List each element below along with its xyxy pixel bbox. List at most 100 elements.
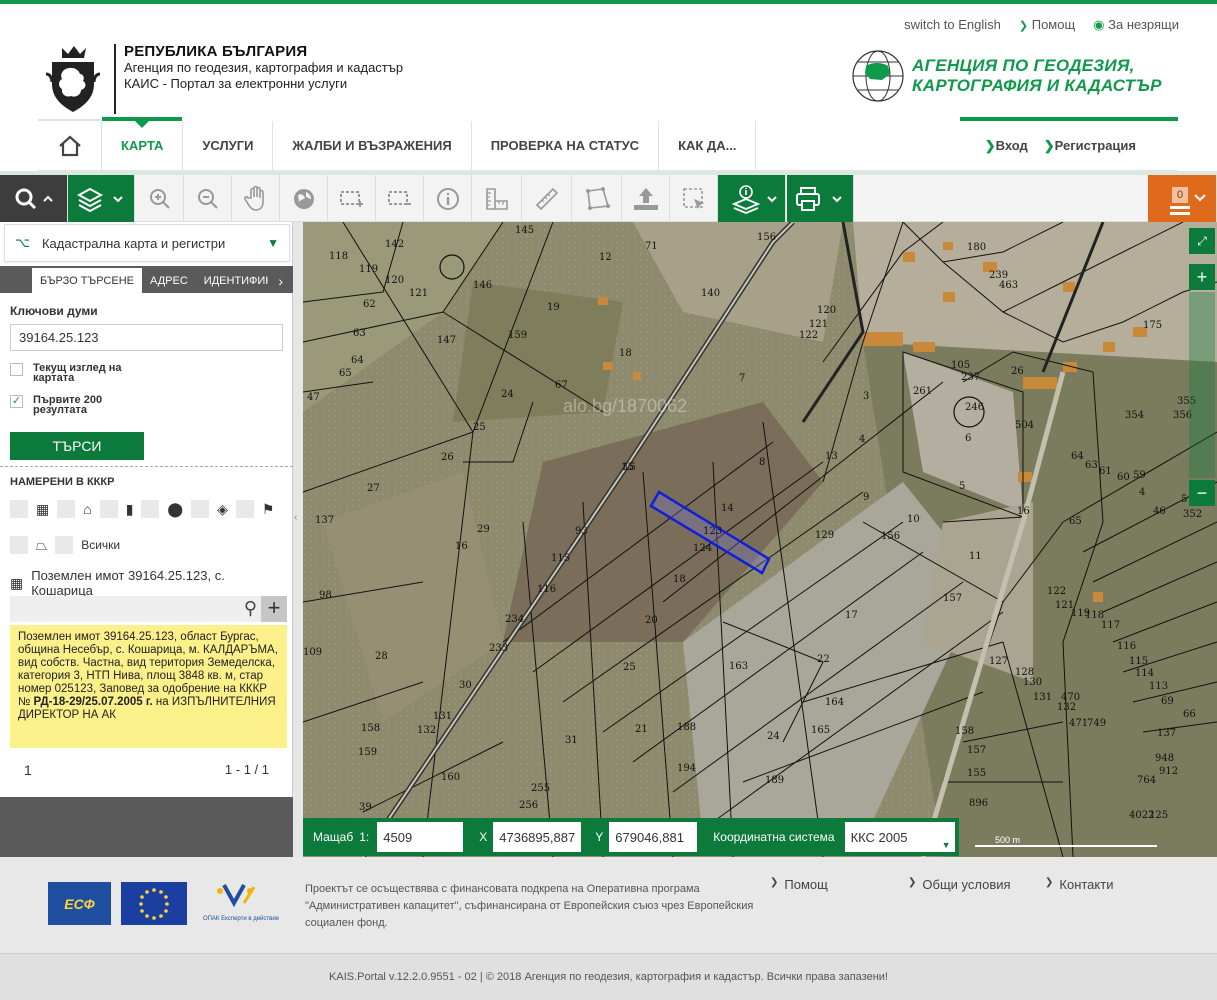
parcel-number-label: 12 — [599, 252, 612, 263]
map-view[interactable]: alo.bg/1870062 142 118 119 120 121 62 63 64 65 14… — [303, 222, 1217, 857]
crs-select-value: ККС 2005 — [850, 829, 908, 845]
draw-polygon-button[interactable] — [572, 175, 622, 222]
parcel-number-label: 120 — [817, 305, 837, 316]
measure-area-button[interactable] — [472, 175, 522, 222]
login-link[interactable]: ❯Вход — [985, 138, 1028, 154]
next-extent-button[interactable] — [376, 175, 424, 222]
layer-select[interactable]: ⌥ Кадастрална карта и регистри ▼ — [4, 224, 290, 262]
parcel-number-label: 157 — [943, 593, 963, 604]
full-extent-button[interactable] — [280, 175, 328, 222]
chevron-right-icon: ❯ — [1045, 877, 1054, 888]
zoom-to-result-icon[interactable]: ⚲ — [244, 598, 257, 619]
map-zoom-in-button[interactable]: + — [1189, 264, 1215, 290]
filter-checkbox[interactable] — [57, 500, 76, 518]
select-area-button[interactable] — [670, 175, 718, 222]
org-name: РЕПУБЛИКА БЪЛГАРИЯ — [124, 43, 308, 60]
register-link[interactable]: ❯Регистрация — [1044, 138, 1136, 154]
upload-button[interactable] — [622, 175, 670, 222]
result-item[interactable]: ▦ Поземлен имот 39164.25.123, с. Кошариц… — [10, 568, 290, 598]
nav-tab-services[interactable]: УСЛУГИ — [182, 120, 272, 171]
scale-input[interactable]: 4509 — [377, 822, 464, 852]
keywords-input[interactable]: 39164.25.123 — [10, 324, 283, 351]
republic-logo[interactable]: РЕПУБЛИКА БЪЛГАРИЯ Агенция по геодезия, … — [42, 44, 403, 114]
zoom-in-button[interactable] — [136, 175, 184, 222]
page-number[interactable]: 1 — [24, 762, 32, 778]
identify-button[interactable] — [424, 175, 472, 222]
nav-tab-map[interactable]: КАРТА — [101, 116, 183, 171]
switch-language-link[interactable]: switch to English — [904, 17, 1001, 33]
parcel-number-label: 116 — [1117, 641, 1137, 652]
parcel-number-label: 24 — [767, 731, 780, 742]
x-coordinate-input[interactable]: 4736895,887 — [493, 822, 582, 852]
parcel-number-label: 15 — [621, 462, 634, 473]
parcel-number-label: 180 — [967, 242, 987, 253]
first-200-checkbox[interactable]: ✓ — [10, 395, 23, 408]
chevron-right-icon: ❯ — [1018, 20, 1029, 32]
parcel-number-label: 18 — [619, 348, 632, 359]
accessibility-link[interactable]: ◉ За незрящи — [1093, 17, 1179, 33]
current-view-checkbox[interactable] — [10, 363, 23, 376]
parcel-number-label: 47 — [307, 392, 320, 403]
pan-button[interactable] — [232, 175, 280, 222]
home-button[interactable] — [38, 121, 101, 171]
chevron-down-icon: ▼ — [267, 236, 279, 250]
current-view-option[interactable]: Текущ изглед на картата — [10, 362, 283, 384]
filter-all-checkbox[interactable] — [55, 536, 74, 554]
parcel-number-label: 749 — [1087, 718, 1107, 729]
zoom-slider-track[interactable] — [1189, 292, 1215, 478]
cart-button[interactable]: 0 — [1148, 175, 1217, 222]
fullscreen-button[interactable]: ⤢ — [1189, 228, 1215, 254]
parcel-number-label: 14 — [721, 503, 734, 514]
layer-info-button[interactable] — [718, 175, 786, 222]
results-pager: 1 1 - 1 / 1 — [10, 762, 283, 778]
nav-tab-status-check[interactable]: ПРОВЕРКА НА СТАТУС — [470, 120, 658, 171]
crs-select[interactable]: ККС 2005 ▼ — [844, 822, 955, 852]
layers-button[interactable] — [68, 175, 135, 222]
y-coordinate-input[interactable]: 679046,881 — [609, 822, 698, 852]
filter-checkbox[interactable] — [235, 500, 254, 518]
sidebar-footer — [0, 797, 293, 857]
tab-identifier[interactable]: ИДЕНТИФИКА — [196, 268, 269, 293]
tab-quick-search[interactable]: БЪРЗО ТЪРСЕНЕ — [32, 268, 142, 293]
parcel-grid-icon: ▦ — [36, 500, 50, 517]
filter-checkbox[interactable] — [99, 500, 118, 518]
parcel-number-label: 11 — [969, 551, 982, 562]
filter-checkbox[interactable] — [191, 500, 210, 518]
add-result-icon[interactable]: + — [261, 596, 287, 622]
first-200-option[interactable]: ✓ Първите 200 резултата — [10, 395, 283, 416]
chevron-down-icon: ▼ — [941, 840, 951, 850]
layers-icon: ◈ — [217, 500, 228, 517]
nav-tab-complaints[interactable]: ЖАЛБИ И ВЪЗРАЖЕНИЯ — [272, 120, 470, 171]
search-button[interactable]: ТЪРСИ — [10, 432, 144, 460]
coordinate-bar: Мащаб 1: 4509 X 4736895,887 Y 679046,881… — [303, 818, 959, 856]
help-link[interactable]: ❯ Помощ — [1019, 17, 1075, 33]
search-toggle-button[interactable] — [0, 175, 68, 222]
map-zoom-out-button[interactable]: − — [1189, 480, 1215, 506]
footer-link-terms[interactable]: ❯ Общи условия — [908, 877, 1011, 892]
filter-checkbox[interactable] — [10, 500, 28, 518]
filter-checkbox[interactable] — [10, 536, 28, 554]
parcel-number-label: 124 — [693, 543, 713, 554]
parcel-number-label: 147 — [437, 335, 457, 346]
footer-link-contacts[interactable]: ❯ Контакти — [1045, 877, 1113, 892]
tab-address[interactable]: АДРЕС — [142, 268, 196, 293]
current-view-label: Текущ изглед на картата — [33, 362, 122, 384]
parcel-number-label: 115 — [551, 553, 571, 564]
agency-logo[interactable]: АГЕНЦИЯ ПО ГЕОДЕЗИЯ, КАРТОГРАФИЯ И КАДАС… — [850, 48, 1162, 104]
sidebar-collapse-handle[interactable]: ‹ — [293, 222, 303, 857]
print-button[interactable] — [787, 175, 854, 222]
parcel-number-label: 93 — [575, 526, 588, 537]
parcel-number-label: 157 — [967, 745, 987, 756]
measure-distance-button[interactable] — [522, 175, 572, 222]
parcel-number-label: 912 — [1159, 766, 1179, 777]
result-type-filters-row2: ⏢ Всички — [10, 536, 120, 554]
filter-checkbox[interactable] — [141, 500, 160, 518]
nav-tab-how-to[interactable]: КАК ДА... — [658, 120, 757, 171]
footer-link-help[interactable]: ❯ Помощ — [770, 877, 828, 892]
previous-extent-button[interactable] — [328, 175, 376, 222]
parcel-number-label: 63 — [353, 328, 366, 339]
zoom-out-button[interactable] — [184, 175, 232, 222]
parcel-number-label: 256 — [519, 800, 539, 811]
search-tabs: БЪРЗО ТЪРСЕНЕ АДРЕС ИДЕНТИФИКА › — [0, 266, 293, 293]
tabs-scroll-right-icon[interactable]: › — [268, 268, 293, 293]
